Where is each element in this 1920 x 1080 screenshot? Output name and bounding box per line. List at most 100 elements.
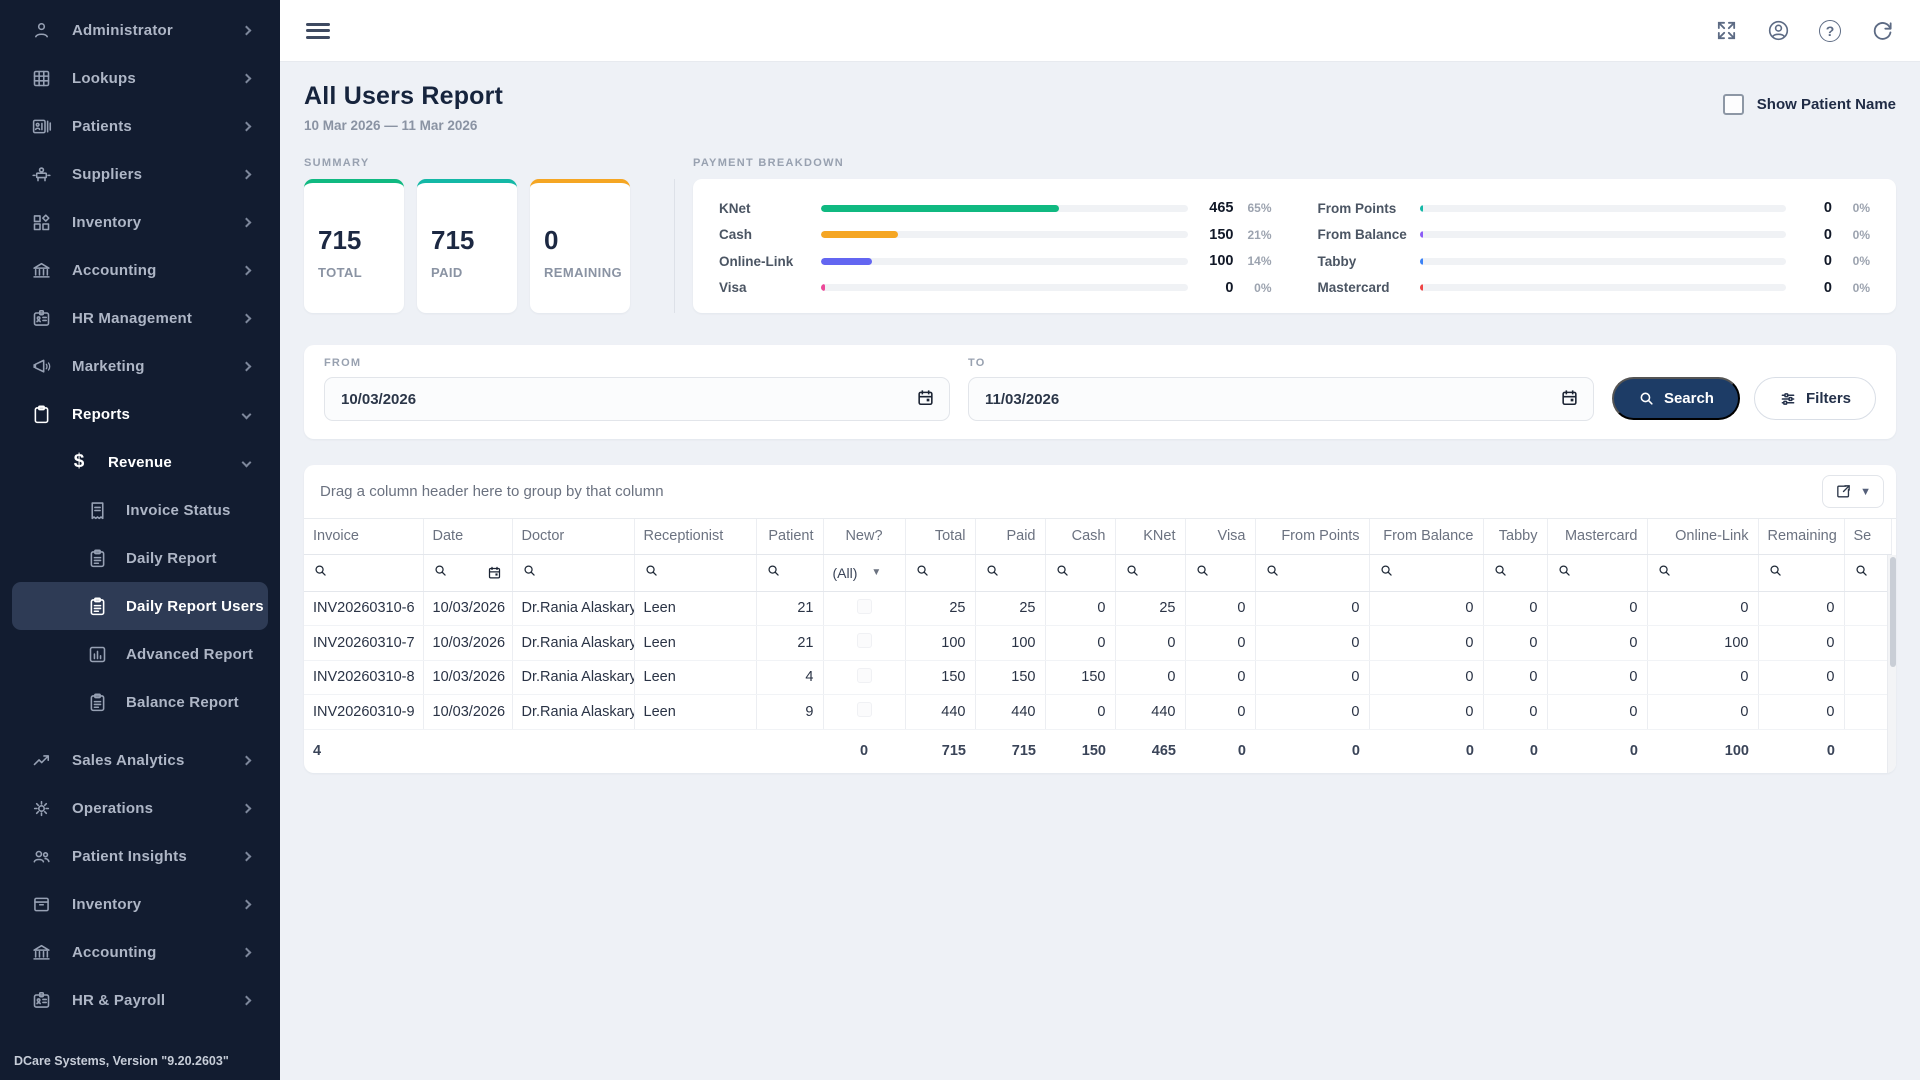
sidebar-item-patients[interactable]: Patients xyxy=(0,102,280,150)
filter-cell-receptionist[interactable] xyxy=(634,554,756,591)
table-row[interactable]: INV20260310-610/03/2026Dr.Rania Alaskary… xyxy=(304,591,1891,626)
column-header-total[interactable]: Total xyxy=(905,519,975,554)
sidebar-item-suppliers[interactable]: Suppliers xyxy=(0,150,280,198)
sidebar-item-reports[interactable]: Reports xyxy=(0,390,280,438)
search-button[interactable]: Search xyxy=(1612,377,1740,420)
column-header-patient[interactable]: Patient xyxy=(756,519,823,554)
column-header-from-balance[interactable]: From Balance xyxy=(1369,519,1483,554)
filter-cell-cash[interactable] xyxy=(1045,554,1115,591)
sidebar-item-daily-report[interactable]: Daily Report xyxy=(0,534,280,582)
sidebar-item-label: Daily Report Users xyxy=(126,598,264,615)
sidebar-item-sales-analytics[interactable]: Sales Analytics xyxy=(0,736,280,784)
cell-new-checkbox[interactable] xyxy=(823,695,905,730)
filter-cell-mastercard[interactable] xyxy=(1547,554,1647,591)
column-header-date[interactable]: Date xyxy=(423,519,512,554)
cell-patient: 4 xyxy=(756,660,823,695)
sidebar-item-patient-insights[interactable]: Patient Insights xyxy=(0,832,280,880)
column-header-from-points[interactable]: From Points xyxy=(1255,519,1369,554)
filters-button[interactable]: Filters xyxy=(1754,377,1876,420)
sidebar-item-accounting[interactable]: Accounting xyxy=(0,928,280,976)
filter-cell-patient[interactable] xyxy=(756,554,823,591)
sidebar-item-hr-management[interactable]: HR Management xyxy=(0,294,280,342)
from-date-input[interactable]: 10/03/2026 xyxy=(324,377,950,421)
column-header-new[interactable]: New? xyxy=(823,519,905,554)
filter-cell-knet[interactable] xyxy=(1115,554,1185,591)
filter-cell-online-link[interactable] xyxy=(1647,554,1758,591)
new-filter-select[interactable]: (All)▼ xyxy=(833,565,896,581)
column-header-doctor[interactable]: Doctor xyxy=(512,519,634,554)
account-icon[interactable] xyxy=(1766,19,1790,43)
column-header-paid[interactable]: Paid xyxy=(975,519,1045,554)
column-header-cash[interactable]: Cash xyxy=(1045,519,1115,554)
show-patient-name-toggle[interactable]: Show Patient Name xyxy=(1723,94,1896,115)
to-date-input[interactable]: 11/03/2026 xyxy=(968,377,1594,421)
calendar-icon[interactable] xyxy=(487,565,503,581)
summary-card-paid: 715 PAID xyxy=(417,179,517,313)
summary-section-label: SUMMARY xyxy=(304,157,660,169)
sidebar-item-invoice-status[interactable]: Invoice Status xyxy=(0,486,280,534)
cell-new-checkbox[interactable] xyxy=(823,591,905,626)
payment-bar xyxy=(1420,258,1787,265)
filter-cell-date[interactable] xyxy=(423,554,512,591)
vertical-scrollbar[interactable] xyxy=(1887,555,1896,773)
filter-cell-from-balance[interactable] xyxy=(1369,554,1483,591)
table-row[interactable]: INV20260310-810/03/2026Dr.Rania Alaskary… xyxy=(304,660,1891,695)
id-badge-icon xyxy=(30,307,52,329)
scrollbar-thumb[interactable] xyxy=(1890,557,1896,667)
filter-cell-visa[interactable] xyxy=(1185,554,1255,591)
filter-cell-se[interactable] xyxy=(1844,554,1891,591)
column-header-knet[interactable]: KNet xyxy=(1115,519,1185,554)
refresh-icon[interactable] xyxy=(1870,19,1894,43)
cell-date: 10/03/2026 xyxy=(423,626,512,661)
hamburger-menu-icon[interactable] xyxy=(306,23,330,39)
sidebar-item-inventory[interactable]: Inventory xyxy=(0,198,280,246)
column-header-receptionist[interactable]: Receptionist xyxy=(634,519,756,554)
payment-row-online-link: Online-Link10014% xyxy=(719,249,1272,273)
filter-cell-doctor[interactable] xyxy=(512,554,634,591)
filter-cell-paid[interactable] xyxy=(975,554,1045,591)
cell-mastercard: 0 xyxy=(1547,626,1647,661)
calendar-icon[interactable] xyxy=(916,388,935,411)
show-patient-name-checkbox[interactable] xyxy=(1723,94,1744,115)
payment-breakdown-section-label: PAYMENT BREAKDOWN xyxy=(693,157,1896,169)
sidebar-item-label: Accounting xyxy=(72,944,157,961)
sidebar-item-balance-report[interactable]: Balance Report xyxy=(0,678,280,726)
page-title: All Users Report xyxy=(304,82,503,111)
fullscreen-icon[interactable] xyxy=(1714,19,1738,43)
table-row[interactable]: INV20260310-910/03/2026Dr.Rania Alaskary… xyxy=(304,695,1891,730)
sidebar-item-lookups[interactable]: Lookups xyxy=(0,54,280,102)
sidebar-item-inventory[interactable]: Inventory xyxy=(0,880,280,928)
column-header-mastercard[interactable]: Mastercard xyxy=(1547,519,1647,554)
sidebar-item-hr-payroll[interactable]: HR & Payroll xyxy=(0,976,280,1024)
trend-up-icon xyxy=(30,749,52,771)
column-header-tabby[interactable]: Tabby xyxy=(1483,519,1547,554)
cell-new-checkbox[interactable] xyxy=(823,660,905,695)
export-button[interactable]: ▼ xyxy=(1822,475,1884,508)
column-header-visa[interactable]: Visa xyxy=(1185,519,1255,554)
sidebar-item-revenue[interactable]: $Revenue xyxy=(0,438,280,486)
sidebar-item-marketing[interactable]: Marketing xyxy=(0,342,280,390)
payment-bar xyxy=(1420,205,1787,212)
summary-cell-mastercard: 0 xyxy=(1547,729,1647,773)
column-header-remaining[interactable]: Remaining xyxy=(1758,519,1844,554)
filter-cell-tabby[interactable] xyxy=(1483,554,1547,591)
help-icon[interactable]: ? xyxy=(1818,19,1842,43)
column-header-online-link[interactable]: Online-Link xyxy=(1647,519,1758,554)
filter-cell-invoice[interactable] xyxy=(304,554,423,591)
cell-new-checkbox[interactable] xyxy=(823,626,905,661)
sidebar-item-accounting[interactable]: Accounting xyxy=(0,246,280,294)
filter-cell-new[interactable]: (All)▼ xyxy=(823,554,905,591)
payment-amount: 150 xyxy=(1188,227,1234,243)
calendar-icon[interactable] xyxy=(1560,388,1579,411)
table-row[interactable]: INV20260310-710/03/2026Dr.Rania Alaskary… xyxy=(304,626,1891,661)
filter-cell-remaining[interactable] xyxy=(1758,554,1844,591)
filter-cell-total[interactable] xyxy=(905,554,975,591)
sidebar-item-daily-report-users[interactable]: Daily Report Users xyxy=(12,582,268,630)
sidebar-item-administrator[interactable]: Administrator xyxy=(0,6,280,54)
sidebar-item-operations[interactable]: Operations xyxy=(0,784,280,832)
sidebar-item-advanced-report[interactable]: Advanced Report xyxy=(0,630,280,678)
column-header-invoice[interactable]: Invoice xyxy=(304,519,423,554)
column-header-se[interactable]: Se xyxy=(1844,519,1891,554)
payment-percent: 65% xyxy=(1234,201,1272,215)
filter-cell-from-points[interactable] xyxy=(1255,554,1369,591)
